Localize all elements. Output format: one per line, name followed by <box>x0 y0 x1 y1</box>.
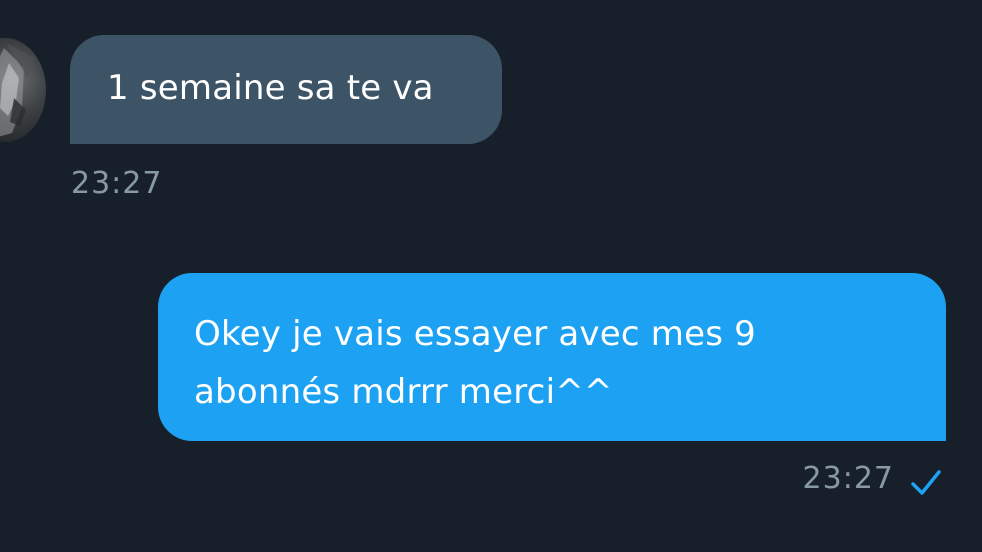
incoming-message-timestamp: 23:27 <box>71 166 163 201</box>
outgoing-message-text: Okey je vais essayer avec mes 9 abonnés … <box>194 314 756 412</box>
sender-avatar[interactable] <box>0 38 46 142</box>
chat-thread: 1 semaine sa te va 23:27 Okey je vais es… <box>0 0 982 552</box>
outgoing-message-bubble[interactable]: Okey je vais essayer avec mes 9 abonnés … <box>158 273 946 441</box>
outgoing-message-timestamp: 23:27 <box>802 461 894 496</box>
incoming-message-text: 1 semaine sa te va <box>107 68 434 108</box>
incoming-message-bubble[interactable]: 1 semaine sa te va <box>70 35 502 144</box>
checkmark-icon <box>911 470 941 495</box>
avatar-image-icon <box>0 43 34 137</box>
